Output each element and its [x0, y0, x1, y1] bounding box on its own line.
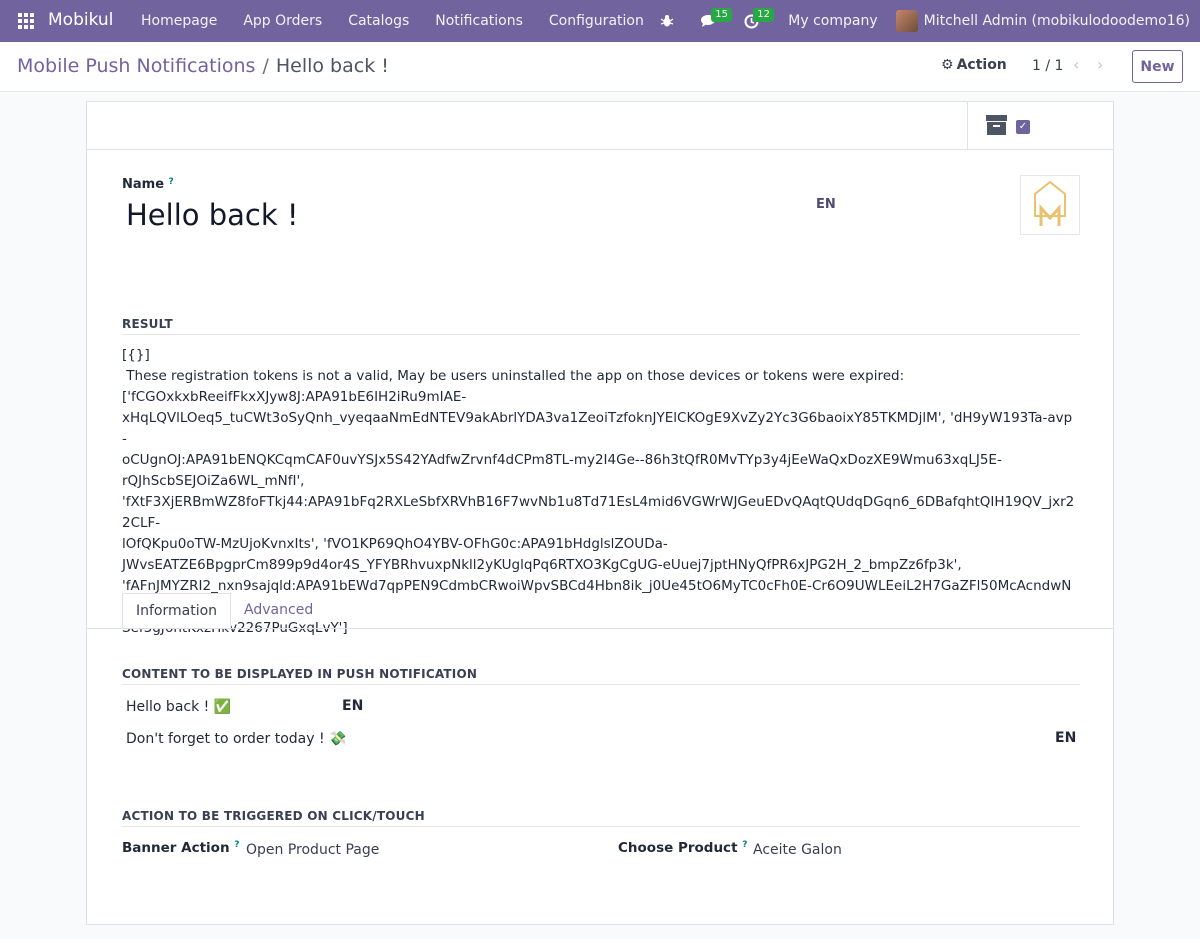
action-menu-button[interactable]: ⚙ Action — [941, 57, 1007, 73]
result-section-title: RESULT — [122, 317, 173, 331]
top-navbar: Mobikul Homepage App Orders Catalogs Not… — [0, 0, 1200, 42]
name-field[interactable]: Hello back ! — [126, 198, 299, 232]
notification-body-field[interactable]: Don't forget to order today ! 💸 — [126, 731, 347, 747]
button-box-divider — [967, 102, 968, 150]
messages-badge: 15 — [711, 8, 732, 22]
app-brand[interactable]: Mobikul — [48, 10, 113, 30]
breadcrumb: Mobile Push Notifications / Hello back ! — [17, 55, 389, 77]
form-tabs: Information Advanced — [122, 593, 326, 629]
title-translate-button[interactable]: EN — [342, 698, 363, 714]
menu-item-app-orders[interactable]: App Orders — [230, 0, 335, 42]
name-help-icon[interactable]: ? — [169, 177, 174, 187]
breadcrumb-separator: / — [262, 55, 269, 77]
result-line: These registration tokens is not a valid… — [122, 368, 905, 384]
debug-bug-icon[interactable] — [652, 0, 682, 42]
result-section-divider — [122, 334, 1080, 335]
banner-action-field[interactable]: Open Product Page — [246, 842, 379, 858]
main-menu: Homepage App Orders Catalogs Notificatio… — [128, 0, 657, 42]
activities-badge: 12 — [753, 8, 774, 22]
result-line: xHqLQVlLOeq5_tuCWt3oSyQnh_vyeqaaNmEdNTEV… — [122, 410, 1073, 447]
user-menu[interactable]: Mitchell Admin (mobikulodoodemo16) — [924, 13, 1190, 29]
user-avatar[interactable] — [895, 10, 918, 32]
tab-advanced[interactable]: Advanced — [231, 593, 326, 629]
content-section-divider — [122, 684, 1080, 685]
company-switcher[interactable]: My company — [788, 13, 877, 29]
active-checkbox[interactable]: ✓ — [1016, 120, 1030, 134]
notification-image[interactable] — [1020, 175, 1080, 235]
body-translate-button[interactable]: EN — [1055, 730, 1076, 746]
notification-title-field[interactable]: Hello back ! ✅ — [126, 699, 231, 715]
gear-icon: ⚙ — [941, 57, 954, 73]
content-section-title: CONTENT TO BE DISPLAYED IN PUSH NOTIFICA… — [122, 667, 478, 681]
choose-product-label: Choose Product ? — [618, 840, 748, 856]
archive-icon[interactable] — [986, 115, 1007, 135]
choose-product-field[interactable]: Aceite Galon — [753, 842, 842, 858]
action-section-title: ACTION TO BE TRIGGERED ON CLICK/TOUCH — [122, 809, 425, 823]
result-line: JWvsEATZE6BpgprCm899p9d4or4S_YFYBRhvuxpN… — [122, 557, 962, 573]
result-line: lOfQKpu0oTW-MzUjoKvnxIts', 'fVO1KP69QhO4… — [122, 536, 668, 552]
banner-action-help-icon[interactable]: ? — [234, 840, 239, 850]
menu-item-homepage[interactable]: Homepage — [128, 0, 230, 42]
banner-action-label: Banner Action ? — [122, 840, 240, 856]
result-line: oCUgnOJ:APA91bENQKCqmCAF0uvYSJx5S42YAdfw… — [122, 452, 1002, 468]
breadcrumb-current: Hello back ! — [275, 55, 389, 77]
pager-previous-icon[interactable]: ‹ — [1073, 55, 1079, 74]
tab-information[interactable]: Information — [122, 593, 232, 629]
choose-product-help-icon[interactable]: ? — [742, 840, 747, 850]
control-panel: Mobile Push Notifications / Hello back !… — [0, 42, 1200, 92]
apps-grid-icon[interactable] — [18, 13, 34, 29]
result-line: 'fXtF3XjERBmWZ8foFTkj44:APA91bFq2RXLeSbf… — [122, 494, 1075, 531]
result-line: [{}] — [122, 347, 150, 363]
name-translate-button[interactable]: EN — [816, 197, 836, 212]
pager-next-icon[interactable]: › — [1097, 55, 1103, 74]
menu-item-catalogs[interactable]: Catalogs — [335, 0, 422, 42]
name-label: Name ? — [122, 177, 174, 192]
result-line: ['fCGOxkxbReeifFkxXJyw8J:APA91bE6IH2iRu9… — [122, 389, 467, 405]
breadcrumb-parent-link[interactable]: Mobile Push Notifications — [17, 55, 255, 77]
action-label: Action — [956, 57, 1007, 73]
action-section-divider — [122, 826, 1080, 827]
button-box: ✓ — [87, 102, 1113, 150]
form-sheet: ✓ Name ? Hello back ! EN RESULT [{}] The… — [86, 101, 1114, 925]
new-record-button[interactable]: New — [1132, 50, 1183, 83]
menu-item-configuration[interactable]: Configuration — [536, 0, 657, 42]
menu-item-notifications[interactable]: Notifications — [422, 0, 536, 42]
pager-value[interactable]: 1 / 1 — [1032, 58, 1063, 74]
messages-icon[interactable]: 15 — [694, 0, 732, 42]
result-line: rQJhScbSEJOiZa6WL_mNfI', — [122, 473, 305, 489]
tabs-divider — [87, 628, 1113, 629]
navbar-systray: 15 12 My company Mitchell Admin (mobikul… — [646, 0, 1190, 42]
activities-clock-icon[interactable]: 12 — [736, 0, 774, 42]
